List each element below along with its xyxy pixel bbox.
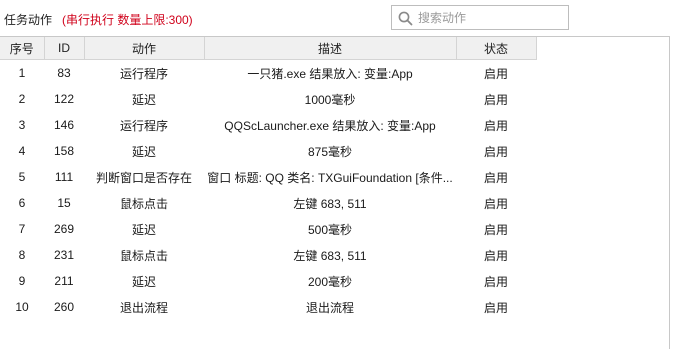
row-number: 10 xyxy=(15,300,29,314)
row-description: 200毫秒 xyxy=(307,274,353,289)
row-number: 2 xyxy=(18,92,26,106)
search-box[interactable] xyxy=(391,5,569,30)
row-status: 启用 xyxy=(483,66,508,81)
row-number: 4 xyxy=(18,144,26,158)
row-action: 延迟 xyxy=(131,144,156,159)
row-status: 启用 xyxy=(483,144,508,159)
row-action: 判断窗口是否存在 xyxy=(95,170,192,185)
row-status: 启用 xyxy=(483,118,508,133)
row-status: 启用 xyxy=(483,274,508,289)
row-id: 15 xyxy=(57,196,71,210)
table-row[interactable]: 10 260 退出流程 退出流程 启用 xyxy=(0,294,536,320)
search-input[interactable] xyxy=(418,8,566,27)
action-table: 序号 ID 动作 描述 状态 1 83 运行程序 一只猪.exe 结果放入: 变量:A… xyxy=(0,36,670,349)
row-status: 启用 xyxy=(483,222,508,237)
row-description: 退出流程 xyxy=(305,300,354,315)
row-id: 269 xyxy=(53,222,75,236)
row-status: 启用 xyxy=(483,248,508,263)
column-header-action[interactable]: 动作 xyxy=(84,37,205,60)
row-status: 启用 xyxy=(483,300,508,315)
table-row[interactable]: 5 111 判断窗口是否存在 窗口 标题: QQ 类名: TXGuiFoundatio… xyxy=(0,164,536,190)
search-icon xyxy=(398,11,413,26)
table-row[interactable]: 2 122 延迟 1000毫秒 启用 xyxy=(0,86,536,112)
row-number: 6 xyxy=(18,196,26,210)
row-number: 3 xyxy=(18,118,26,132)
limit-note: (串行执行 数量上限:300) xyxy=(62,13,193,27)
row-id: 260 xyxy=(53,300,75,314)
row-number: 5 xyxy=(18,170,26,184)
table-row[interactable]: 3 146 运行程序 QQScLauncher.exe 结果放入: 变量:App 启用 xyxy=(0,112,536,138)
row-description: 窗口 标题: QQ 类名: TXGuiFoundation [条件... xyxy=(207,170,453,185)
row-action: 鼠标点击 xyxy=(119,196,168,211)
table-row[interactable]: 7 269 延迟 500毫秒 启用 xyxy=(0,216,536,242)
table-row[interactable]: 1 83 运行程序 一只猪.exe 结果放入: 变量:App 启用 xyxy=(0,60,536,87)
row-status: 启用 xyxy=(483,196,508,211)
row-status: 启用 xyxy=(483,170,508,185)
row-description: 875毫秒 xyxy=(307,144,353,159)
row-description: 1000毫秒 xyxy=(304,92,356,107)
table-row[interactable]: 9 211 延迟 200毫秒 启用 xyxy=(0,268,536,294)
row-status: 启用 xyxy=(483,92,508,107)
row-number: 8 xyxy=(18,248,26,262)
column-header-no[interactable]: 序号 xyxy=(0,37,45,60)
row-action: 退出流程 xyxy=(119,300,168,315)
row-description: 500毫秒 xyxy=(307,222,353,237)
table-row[interactable]: 6 15 鼠标点击 左键 683, 511 启用 xyxy=(0,190,536,216)
row-action: 运行程序 xyxy=(119,66,168,81)
column-header-status[interactable]: 状态 xyxy=(456,37,537,60)
toolbar: 任务动作 (串行执行 数量上限:300) xyxy=(0,0,677,36)
row-id: 158 xyxy=(53,144,75,158)
row-id: 122 xyxy=(53,92,75,106)
row-id: 111 xyxy=(54,170,74,184)
row-description: QQScLauncher.exe 结果放入: 变量:App xyxy=(224,118,436,133)
row-number: 1 xyxy=(18,66,26,80)
column-header-description[interactable]: 描述 xyxy=(204,37,457,60)
row-action: 鼠标点击 xyxy=(119,248,168,263)
row-description: 一只猪.exe 结果放入: 变量:App xyxy=(247,66,413,81)
table-row[interactable]: 4 158 延迟 875毫秒 启用 xyxy=(0,138,536,164)
row-action: 运行程序 xyxy=(119,118,168,133)
row-id: 231 xyxy=(53,248,75,262)
panel-title: 任务动作 xyxy=(4,13,53,27)
row-action: 延迟 xyxy=(131,92,156,107)
row-id: 211 xyxy=(54,274,74,288)
table-row[interactable]: 8 231 鼠标点击 左键 683, 511 启用 xyxy=(0,242,536,268)
row-number: 7 xyxy=(18,222,26,236)
row-action: 延迟 xyxy=(131,222,156,237)
row-id: 83 xyxy=(57,66,71,80)
column-header-id[interactable]: ID xyxy=(44,37,85,60)
row-action: 延迟 xyxy=(131,274,156,289)
row-id: 146 xyxy=(53,118,75,132)
row-description: 左键 683, 511 xyxy=(293,196,367,211)
row-number: 9 xyxy=(18,274,26,288)
row-description: 左键 683, 511 xyxy=(293,248,367,263)
